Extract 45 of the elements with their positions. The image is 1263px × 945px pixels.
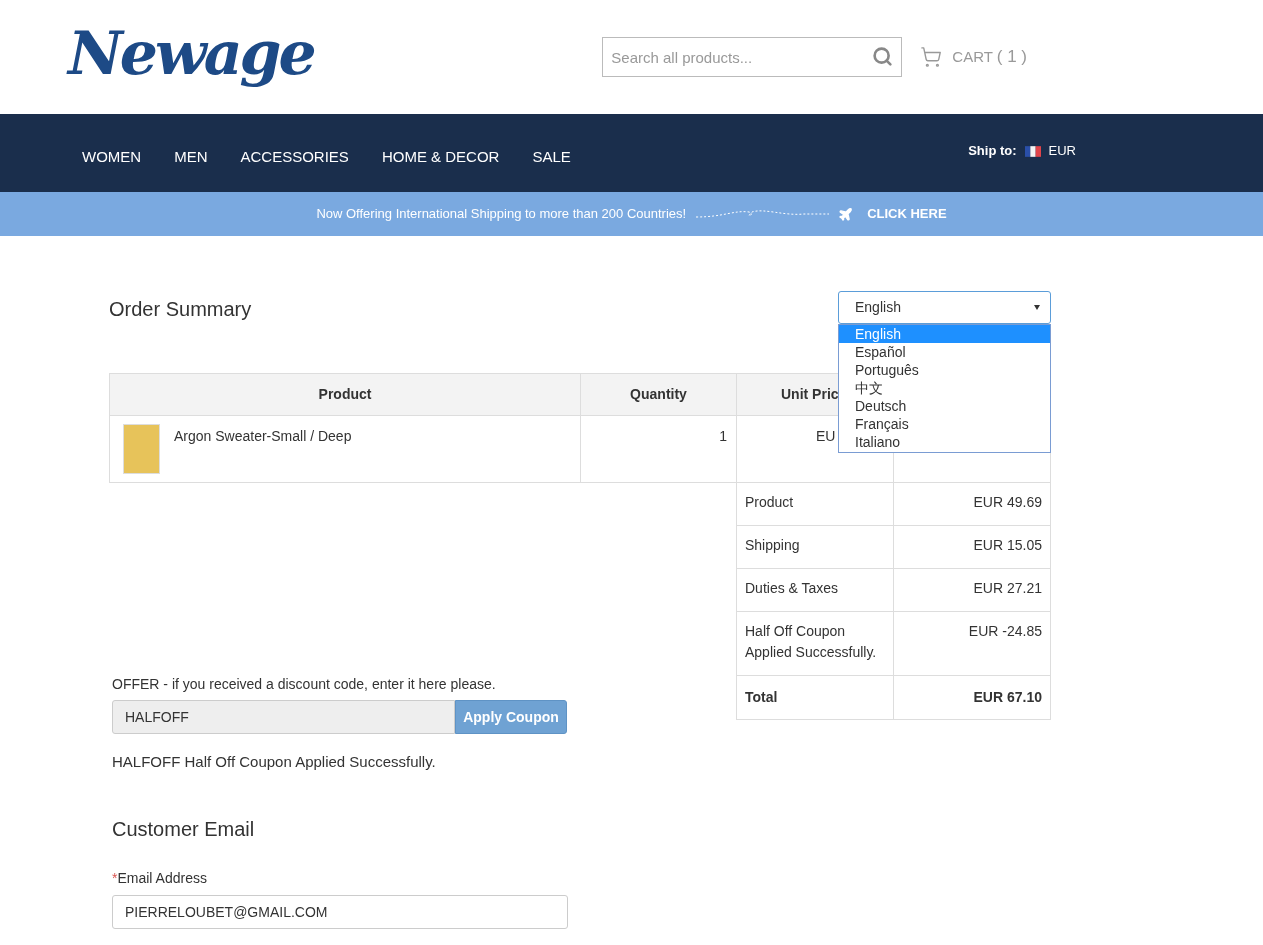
summary-value: EUR 67.10: [973, 689, 1042, 705]
field-label: Email Address: [117, 869, 207, 886]
column-header: Quantity: [581, 374, 737, 415]
search-field[interactable]: Search all products...: [602, 37, 903, 77]
email-input[interactable]: PIERRELOUBET@GMAIL.COM: [112, 894, 568, 929]
language-option[interactable]: Español: [839, 343, 1050, 361]
language-option[interactable]: Deutsch: [839, 397, 1050, 415]
plane-icon: [838, 206, 854, 222]
search-icon[interactable]: [872, 46, 894, 67]
summary-value: EUR 15.05: [973, 537, 1042, 553]
nav-link[interactable]: SALE: [532, 145, 571, 169]
currency-label[interactable]: EUR: [1048, 141, 1076, 161]
banner-text: Now Offering International Shipping to more than 200 Countries!: [316, 205, 687, 224]
language-option[interactable]: Italiano: [839, 433, 1050, 451]
column-header: Product: [110, 374, 581, 415]
summary-label: Product: [745, 494, 794, 510]
nav-link[interactable]: ACCESSORIES: [240, 145, 349, 169]
section-title: Order Summary: [109, 297, 252, 322]
summary-value: EUR 27.21: [973, 580, 1042, 596]
product-photo-placeholder: [123, 424, 160, 474]
required-mark: *: [112, 869, 118, 886]
coupon-message: HALFOFF Half Off Coupon Applied Successfully.: [112, 752, 437, 772]
summary-value: EUR -24.85: [968, 623, 1042, 639]
summary-label: Half Off Coupon Applied Successfully.: [745, 623, 877, 660]
nav-link[interactable]: HOME & DECOR: [381, 145, 500, 169]
summary-label: Duties & Taxes: [745, 580, 839, 596]
caret-icon: [1034, 305, 1040, 310]
column-header: Unit Pric: [781, 385, 839, 404]
summary-label: Total: [745, 689, 778, 705]
language-option[interactable]: Português: [839, 361, 1050, 379]
nav-link[interactable]: MEN: [174, 145, 208, 169]
section-title: Customer Email: [112, 816, 256, 842]
summary-label: Shipping: [745, 537, 800, 553]
cart-icon: [920, 46, 943, 68]
ship-to-label: Ship to:: [968, 142, 1017, 161]
summary-value: EUR 49.69: [973, 494, 1042, 510]
coupon-prompt: OFFER - if you received a discount code, enter it here please.: [112, 675, 497, 694]
coupon-input[interactable]: HALFOFF: [112, 700, 455, 734]
table-cell: 1: [719, 428, 727, 444]
product-name[interactable]: Argon Sweater-Small / Deep: [174, 426, 352, 447]
table-cell: EU: [816, 428, 836, 444]
nav-link[interactable]: WOMEN: [82, 145, 142, 169]
language-option[interactable]: Français: [839, 415, 1050, 433]
language-option[interactable]: 中文: [839, 379, 1050, 397]
flag-icon[interactable]: [1024, 145, 1041, 157]
